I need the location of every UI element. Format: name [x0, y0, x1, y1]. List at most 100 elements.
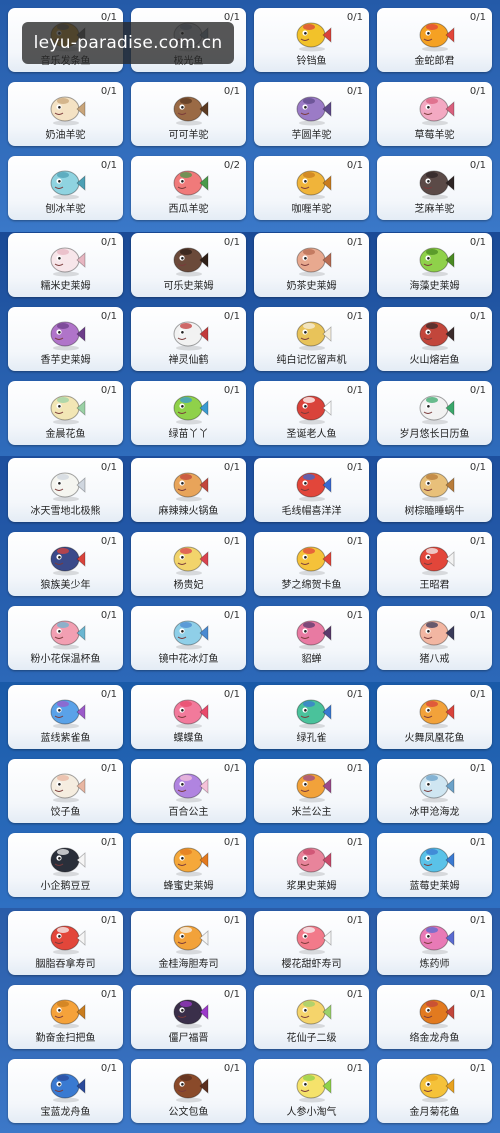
- collection-name: 铃铛鱼: [296, 56, 327, 67]
- collection-count: 0/1: [469, 915, 486, 926]
- collection-card[interactable]: 0/1 蝶蝶鱼: [131, 685, 246, 749]
- collection-card[interactable]: 0/1 可乐史莱姆: [131, 233, 246, 297]
- collection-card[interactable]: 0/1 冰甲沧海龙: [377, 759, 492, 823]
- collection-name: 香芋史莱姆: [40, 355, 91, 366]
- collection-card[interactable]: 0/1 刨冰羊驼: [8, 156, 123, 220]
- collection-card[interactable]: 0/1 蓝莓史莱姆: [377, 833, 492, 897]
- snail-icon: [415, 468, 455, 502]
- collection-count: 0/1: [100, 462, 117, 473]
- collection-count: 0/1: [469, 86, 486, 97]
- collection-card[interactable]: 0/1 镜中花冰灯鱼: [131, 606, 246, 670]
- alpaca-cocoa-icon: [169, 92, 209, 126]
- collection-count: 0/1: [223, 915, 240, 926]
- collection-name: 绿孔雀: [296, 733, 327, 744]
- collection-card[interactable]: 0/1 梦之绵贺卡鱼: [254, 532, 369, 596]
- collection-card[interactable]: 0/1 绿苗丫丫: [131, 381, 246, 445]
- alpaca-strawberry-icon: [415, 92, 455, 126]
- golden-snake-fish-icon: [415, 18, 455, 52]
- collection-card[interactable]: 0/1 络金龙舟鱼: [377, 985, 492, 1049]
- collection-card[interactable]: 0/1 王昭君: [377, 532, 492, 596]
- collection-card[interactable]: 0/1 绿孔雀: [254, 685, 369, 749]
- collection-card[interactable]: 0/1 草莓羊驼: [377, 82, 492, 146]
- calendar-fish-icon: [415, 391, 455, 425]
- collection-card[interactable]: 0/1 樱花甜虾寿司: [254, 911, 369, 975]
- alpaca-curry-icon: [292, 166, 332, 200]
- collection-card[interactable]: 0/1 花仙子二级: [254, 985, 369, 1049]
- collection-card[interactable]: 0/1 蜂蜜史莱姆: [131, 833, 246, 897]
- collection-card[interactable]: 0/1 糯米史莱姆: [8, 233, 123, 297]
- collection-card[interactable]: 0/1 勤奋金扫把鱼: [8, 985, 123, 1049]
- collection-card[interactable]: 0/1 冰天雪地北极熊: [8, 458, 123, 522]
- collection-name: 冰天雪地北极熊: [30, 506, 101, 517]
- collection-card[interactable]: 0/1 树棕瞌睡蜗牛: [377, 458, 492, 522]
- collection-card[interactable]: 0/1 金月菊花鱼: [377, 1059, 492, 1123]
- briefcase-fish-icon: [169, 1069, 209, 1103]
- polar-bear-icon: [46, 468, 86, 502]
- collection-card[interactable]: 0/1 宝蓝龙舟鱼: [8, 1059, 123, 1123]
- collection-card[interactable]: 0/1 芋圆羊驼: [254, 82, 369, 146]
- collection-card[interactable]: 0/1 奶油羊驼: [8, 82, 123, 146]
- collection-card[interactable]: 0/1 米兰公主: [254, 759, 369, 823]
- collection-count: 0/1: [346, 311, 363, 322]
- collection-card[interactable]: 0/1 杨贵妃: [131, 532, 246, 596]
- collection-card[interactable]: 0/1 岁月悠长日历鱼: [377, 381, 492, 445]
- collection-name: 树棕瞌睡蜗牛: [404, 506, 465, 517]
- collection-card[interactable]: 0/1 毛线帽喜洋洋: [254, 458, 369, 522]
- collection-count: 0/1: [469, 536, 486, 547]
- collection-name: 宝蓝龙舟鱼: [40, 1107, 91, 1118]
- milan-princess-icon: [292, 769, 332, 803]
- collection-card[interactable]: 0/1 金桂海胆寿司: [131, 911, 246, 975]
- collection-card[interactable]: 0/1 芝麻羊驼: [377, 156, 492, 220]
- collection-card[interactable]: 0/1 香芋史莱姆: [8, 307, 123, 371]
- alpaca-sesame-icon: [415, 166, 455, 200]
- collection-name: 冰甲沧海龙: [409, 807, 460, 818]
- slime-taro-icon: [46, 317, 86, 351]
- urchin-sushi-icon: [169, 921, 209, 955]
- collection-card[interactable]: 0/1 金晨花鱼: [8, 381, 123, 445]
- collection-card[interactable]: 0/1 粉小花保温杯鱼: [8, 606, 123, 670]
- collection-card[interactable]: 0/1 僵尸福晋: [131, 985, 246, 1049]
- collection-card[interactable]: 0/1 麻辣辣火锅鱼: [131, 458, 246, 522]
- dumpling-fish-icon: [46, 769, 86, 803]
- alpaca-cream-icon: [46, 92, 86, 126]
- collection-card[interactable]: 0/1 蓝线紫雀鱼: [8, 685, 123, 749]
- collection-card[interactable]: 0/1 奶茶史莱姆: [254, 233, 369, 297]
- bell-fish-icon: [292, 18, 332, 52]
- collection-card[interactable]: 0/2 西瓜羊驼: [131, 156, 246, 220]
- collection-card[interactable]: 0/1 貂蝉: [254, 606, 369, 670]
- collection-name: 粉小花保温杯鱼: [30, 654, 101, 665]
- collection-card[interactable]: 0/1 百合公主: [131, 759, 246, 823]
- collection-card[interactable]: 0/1 人参小淘气: [254, 1059, 369, 1123]
- collection-card[interactable]: 0/1 猪八戒: [377, 606, 492, 670]
- collection-card[interactable]: 0/1 浆果史莱姆: [254, 833, 369, 897]
- ice-lantern-fish-icon: [169, 616, 209, 650]
- collection-count: 0/1: [469, 12, 486, 23]
- collection-card[interactable]: 0/1 铃铛鱼: [254, 8, 369, 72]
- alpaca-watermelon-icon: [169, 166, 209, 200]
- collection-name: 金月菊花鱼: [409, 1107, 460, 1118]
- collection-card[interactable]: 0/1 小企鹅豆豆: [8, 833, 123, 897]
- collection-name: 梦之绵贺卡鱼: [281, 580, 342, 591]
- collection-card[interactable]: 0/1 炼药师: [377, 911, 492, 975]
- collection-card[interactable]: 0/1 公文包鱼: [131, 1059, 246, 1123]
- collection-name: 杨贵妃: [173, 580, 204, 591]
- collection-name: 蜂蜜史莱姆: [163, 881, 214, 892]
- collection-card[interactable]: 0/1 禅灵仙鹤: [131, 307, 246, 371]
- collection-card[interactable]: 0/1 胭脂吞拿寿司: [8, 911, 123, 975]
- collection-card[interactable]: 0/1 火山熔岩鱼: [377, 307, 492, 371]
- collection-card[interactable]: 0/1 火舞凤凰花鱼: [377, 685, 492, 749]
- collection-name: 米兰公主: [291, 807, 332, 818]
- collection-count: 0/1: [469, 160, 486, 171]
- collection-card[interactable]: 0/1 纯白记忆留声机: [254, 307, 369, 371]
- collection-card[interactable]: 0/1 海藻史莱姆: [377, 233, 492, 297]
- collection-card[interactable]: 0/1 可可羊驼: [131, 82, 246, 146]
- collection-card[interactable]: 0/1 圣诞老人鱼: [254, 381, 369, 445]
- collection-card[interactable]: 0/1 狼族美少年: [8, 532, 123, 596]
- collection-card[interactable]: 0/1 饺子鱼: [8, 759, 123, 823]
- collection-card[interactable]: 0/1 金蛇郎君: [377, 8, 492, 72]
- collection-count: 0/1: [100, 989, 117, 1000]
- collection-card[interactable]: 0/1 咖喱羊驼: [254, 156, 369, 220]
- sprout-fish-icon: [169, 391, 209, 425]
- ice-dragon-icon: [415, 769, 455, 803]
- collection-count: 0/1: [346, 385, 363, 396]
